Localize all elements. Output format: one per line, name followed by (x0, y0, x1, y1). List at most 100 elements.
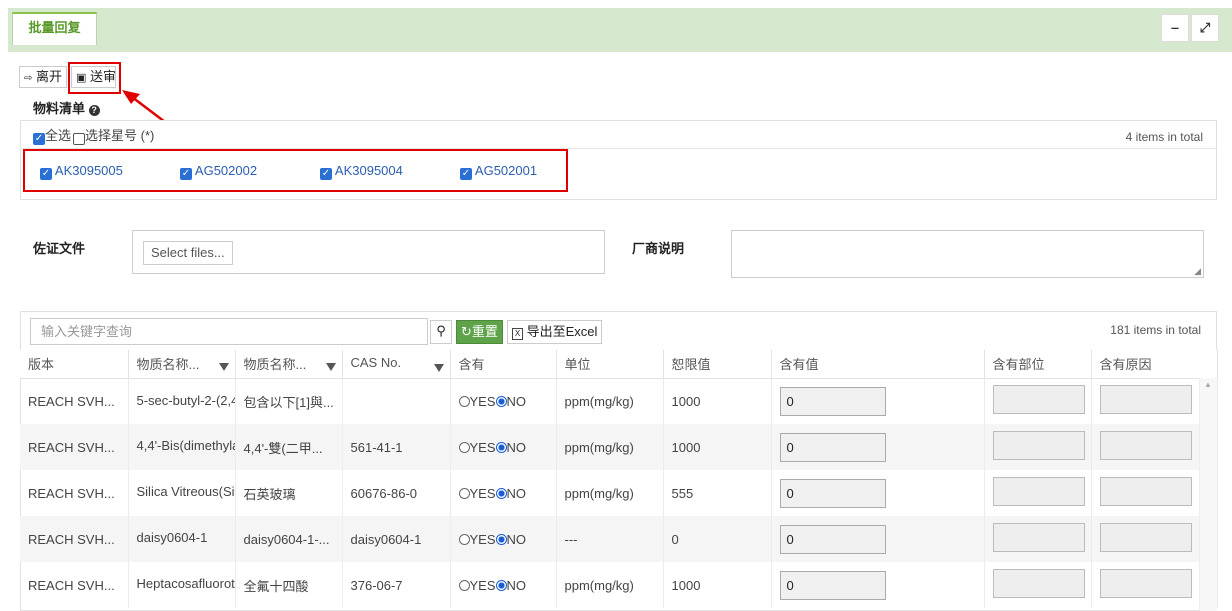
no-radio[interactable] (495, 487, 507, 499)
select-all-label[interactable]: 全选 (45, 128, 71, 143)
part-input[interactable] (992, 385, 1085, 415)
search-input[interactable]: 输入关键字查询 (30, 318, 428, 345)
materials-title-text: 物料清单 (33, 101, 86, 116)
table-row: REACH SVH... daisy0604-1 daisy0604-1-... da… (20, 516, 1218, 562)
yes-label[interactable]: YES (470, 578, 496, 593)
vertical-scrollbar[interactable]: ▲ (1199, 378, 1217, 611)
part-cell (984, 516, 1092, 562)
select-all-checkbox[interactable]: ✓ (33, 133, 45, 145)
reason-input[interactable] (1099, 431, 1192, 460)
cas-cell: daisy0604-1 (342, 516, 451, 562)
part-input[interactable] (992, 431, 1085, 460)
cas-cell: 376-06-7 (342, 562, 451, 608)
value-input[interactable]: 0 (779, 432, 886, 462)
help-icon[interactable]: ? (88, 105, 100, 116)
value-cell: 0 (771, 424, 985, 470)
value-input[interactable]: 0 (779, 524, 886, 554)
no-label[interactable]: NO (507, 532, 527, 547)
column-header[interactable]: 单位 (556, 350, 664, 379)
value-input[interactable]: 0 (779, 570, 886, 600)
version-cell: REACH SVH... (20, 378, 129, 424)
export-label: 导出至Excel (526, 324, 598, 339)
reason-input[interactable] (1099, 385, 1192, 415)
no-label[interactable]: NO (507, 440, 527, 455)
yes-label[interactable]: YES (470, 532, 496, 547)
no-radio[interactable] (495, 441, 507, 453)
table-row: REACH SVH... Silica Vitreous(Si(石英玻璃 60676… (20, 470, 1218, 516)
no-label[interactable]: NO (507, 394, 527, 409)
table-header-row: 版本 物质名称... 物质名称... CAS No. 含有 单位 恕限值 含有值… (20, 350, 1218, 379)
materials-title: 物料清单 ? (33, 98, 100, 117)
limit-cell: 1000 (663, 378, 772, 424)
column-header[interactable]: 版本 (20, 350, 129, 379)
yes-label[interactable]: YES (470, 486, 496, 501)
reason-input[interactable] (1099, 477, 1192, 506)
no-label[interactable]: NO (507, 578, 527, 593)
value-input[interactable]: 0 (779, 386, 886, 416)
file-drop-zone[interactable]: Select files... (132, 230, 605, 274)
version-cell: REACH SVH... (20, 516, 129, 562)
part-input[interactable] (992, 523, 1085, 552)
no-radio[interactable] (495, 533, 507, 545)
grid-total: 181 items in total (1110, 323, 1201, 337)
vendor-note-textarea[interactable]: ◢ (731, 230, 1204, 278)
part-input[interactable] (992, 569, 1085, 598)
column-header[interactable]: 含有值 (771, 350, 985, 379)
filter-icon[interactable] (433, 364, 444, 373)
yes-radio[interactable] (458, 441, 470, 453)
limit-cell: 1000 (663, 562, 772, 608)
select-files-button[interactable]: Select files... (143, 241, 233, 265)
cas-cell: 561-41-1 (342, 424, 451, 470)
yes-label[interactable]: YES (470, 394, 496, 409)
filter-icon[interactable] (325, 363, 336, 372)
contains-cell: YES NO (450, 378, 557, 424)
substance-name-en-cell: Heptacosafluorote (128, 562, 236, 608)
scroll-up-icon[interactable]: ▲ (1204, 380, 1212, 389)
reset-button[interactable]: ↻重置 (456, 320, 503, 344)
yes-label[interactable]: YES (470, 440, 496, 455)
select-star-checkbox[interactable]: ✓ (73, 133, 86, 145)
filter-icon[interactable] (218, 363, 229, 372)
value-cell: 0 (771, 378, 985, 424)
column-header[interactable]: 物质名称... (235, 350, 343, 379)
column-header[interactable]: 含有部位 (984, 350, 1092, 379)
column-header[interactable]: 恕限值 (663, 350, 772, 379)
yes-radio[interactable] (458, 395, 470, 407)
column-header-label: CAS No. (350, 355, 402, 371)
excel-icon: X (512, 328, 523, 340)
contains-cell: YES NO (450, 470, 557, 516)
part-input[interactable] (992, 477, 1085, 506)
contains-cell: YES NO (450, 516, 557, 562)
value-input[interactable]: 0 (779, 478, 886, 508)
export-excel-button[interactable]: X 导出至Excel (507, 320, 603, 344)
contains-cell: YES NO (450, 562, 557, 608)
substance-name-en-cell: Silica Vitreous(Si( (128, 470, 236, 516)
reason-input[interactable] (1099, 523, 1192, 552)
limit-cell: 0 (663, 516, 772, 562)
version-cell: REACH SVH... (20, 562, 129, 608)
substance-name-en-cell: daisy0604-1 (128, 516, 236, 562)
column-header[interactable]: 物质名称... (128, 350, 236, 379)
column-header[interactable]: CAS No. (342, 350, 451, 379)
select-options: ✓全选✓选择星号 (*) (33, 125, 154, 145)
yes-radio[interactable] (458, 487, 470, 499)
column-header[interactable]: 含有原因 (1091, 350, 1218, 379)
no-label[interactable]: NO (507, 486, 527, 501)
search-button[interactable]: ⚲ (430, 320, 452, 344)
column-header-label: 物质名称... (136, 357, 200, 373)
part-cell (984, 424, 1092, 470)
column-header[interactable]: 含有 (450, 350, 557, 379)
substance-name-en-cell: 4,4'-Bis(dimethyla (128, 424, 236, 470)
no-radio[interactable] (495, 579, 507, 591)
contains-cell: YES NO (450, 424, 557, 470)
select-star-label[interactable]: 选择星号 (*) (85, 128, 154, 143)
reason-input[interactable] (1099, 569, 1192, 598)
substance-table: 版本 物质名称... 物质名称... CAS No. 含有 单位 恕限值 含有值… (20, 350, 1218, 608)
no-radio[interactable] (495, 395, 507, 407)
materials-total: 4 items in total (1125, 130, 1203, 144)
unit-cell: ppm(mg/kg) (556, 470, 664, 516)
yes-radio[interactable] (458, 533, 470, 545)
yes-radio[interactable] (458, 579, 470, 591)
limit-cell: 555 (663, 470, 772, 516)
table-row: REACH SVH... 4,4'-Bis(dimethyla 4,4'-雙(二甲.… (20, 424, 1218, 470)
